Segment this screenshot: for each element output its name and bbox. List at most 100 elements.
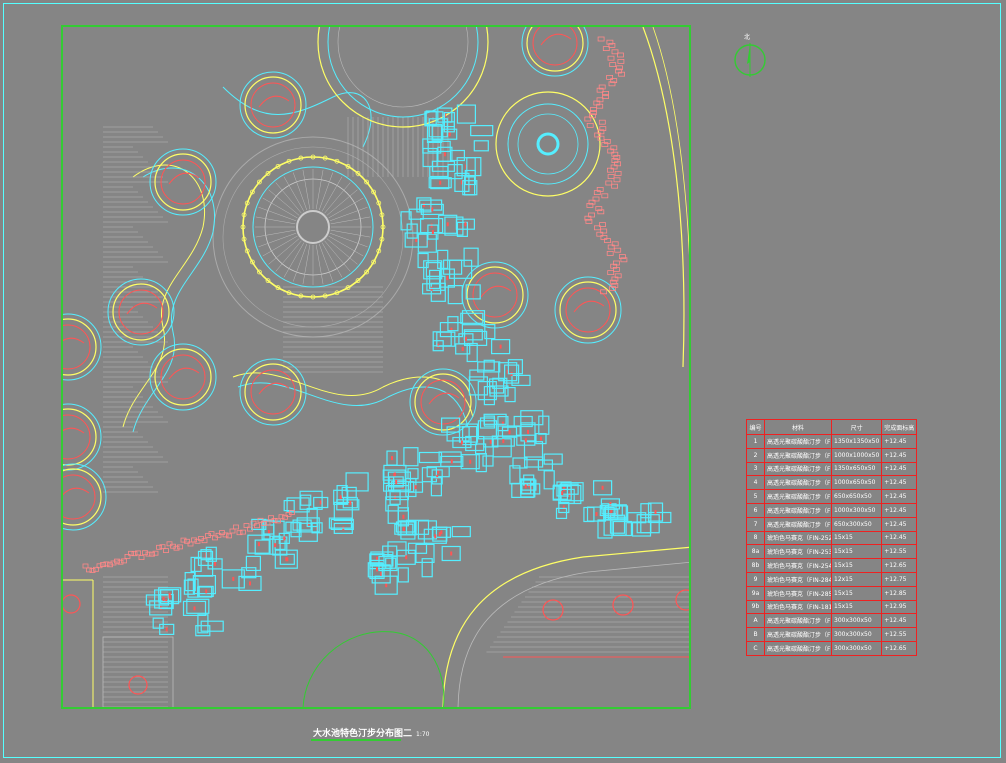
legend-level-cell: +12.45 — [881, 475, 918, 491]
legend-row: 1高透光聚碳酸酯汀步（FIN-1971）1350x1350x50+12.45 — [746, 434, 918, 449]
stepping-tile — [190, 556, 202, 573]
stepping-tile — [283, 500, 295, 512]
legend-id-cell: 9b — [746, 599, 765, 615]
legend-size-cell: 1000x650x50 — [830, 475, 883, 491]
legend-size-cell: 650x300x50 — [830, 516, 883, 532]
mosaic-tile — [617, 52, 624, 58]
legend-material-cell: 高透光聚碳酸酯汀步（FIN-1971） — [764, 434, 832, 449]
stepping-tile — [397, 567, 409, 583]
stepping-tile — [437, 249, 449, 269]
legend-material-cell: 琥珀色马赛克（FIN-1811） — [764, 599, 832, 615]
mosaic-tile — [215, 532, 222, 538]
legend-material-cell: 琥珀色马赛克（FIN-2541） — [764, 558, 832, 573]
mosaic-tile — [586, 123, 594, 128]
legend-level-cell: +12.45 — [881, 502, 918, 518]
mosaic-tile — [138, 555, 145, 560]
mosaic-tile — [149, 551, 155, 557]
legend-id-cell: 1 — [746, 434, 765, 449]
legend-material-cell: 琥珀色马赛克（FIN-2841） — [764, 571, 832, 587]
stepping-tile — [417, 520, 437, 540]
legend-id-cell: 7 — [746, 516, 765, 532]
mosaic-tile — [212, 535, 218, 541]
mosaic-tile — [145, 551, 152, 557]
stepping-tile — [537, 459, 553, 471]
legend-row: 7高透光聚碳酸酯汀步（FIN-1971）650x300x50+12.45 — [746, 516, 918, 532]
stepping-tile — [197, 614, 209, 634]
legend-material-cell: 高透光聚碳酸酯汀步（FIN-1971） — [764, 640, 832, 656]
legend-material-cell: 高透光聚碳酸酯汀步（FIN-1971） — [764, 489, 832, 504]
legend-row: 8b琥珀色马赛克（FIN-2541）15x15+12.65 — [746, 558, 918, 573]
legend-size-cell: 1350x1350x50 — [830, 434, 883, 449]
mosaic-tile — [607, 174, 615, 180]
mosaic-tile — [617, 59, 625, 64]
mosaic-tile — [254, 523, 260, 529]
stepping-tile — [583, 506, 595, 523]
tree-pit — [63, 463, 107, 531]
legend-size-cell: 12x15 — [830, 571, 883, 587]
mosaic-tile — [82, 563, 89, 569]
mosaic-tile — [152, 550, 159, 556]
caption-underline — [311, 739, 401, 741]
stepping-tile — [407, 468, 419, 480]
stepping-tile — [430, 282, 446, 302]
tree-pit — [409, 368, 477, 436]
legend-row: A高透光聚碳酸酯汀步（FIN-1971）300x300x50+12.45 — [746, 613, 918, 629]
mosaic-tile — [233, 524, 239, 530]
legend-level-cell: +12.45 — [881, 516, 918, 532]
legend-header-material: 材料 — [764, 419, 832, 435]
mosaic-tile — [117, 559, 124, 565]
mosaic-tile — [184, 538, 190, 544]
legend-level-cell: +12.65 — [881, 640, 918, 656]
legend-size-cell: 1350x650x50 — [830, 461, 883, 477]
mosaic-tile — [597, 36, 605, 42]
stepping-tile — [421, 558, 433, 578]
legend-material-cell: 琥珀色马赛克（FIN-2851） — [764, 585, 832, 601]
legend-size-cell: 1000x1000x50 — [830, 447, 883, 463]
mosaic-tile — [142, 550, 148, 556]
drawing-title: 大水池特色汀步分布图二 — [313, 729, 413, 739]
mosaic-tile — [166, 541, 173, 547]
site-plan-drawing — [63, 27, 689, 707]
mosaic-tile — [194, 538, 201, 544]
mosaic-tile — [177, 544, 183, 550]
stepping-tile — [403, 447, 419, 467]
stepping-tile — [482, 455, 494, 467]
legend-size-cell: 1000x300x50 — [830, 502, 883, 518]
mosaic-tile — [609, 62, 617, 67]
mosaic-tile — [614, 247, 622, 253]
legend-level-cell: +12.45 — [881, 447, 918, 463]
mosaic-tile — [602, 46, 610, 52]
legend-level-cell: +12.45 — [881, 461, 918, 477]
legend-id-cell: B — [746, 627, 765, 642]
mosaic-tile — [606, 250, 614, 256]
legend-level-cell: +12.45 — [881, 434, 918, 449]
legend-level-cell: +12.75 — [881, 571, 918, 587]
legend-row: C高透光聚碳酸酯汀步（FIN-1971）300x300x50+12.65 — [746, 640, 918, 656]
legend-level-cell: +12.45 — [881, 613, 918, 629]
stepping-tile — [245, 555, 261, 572]
site-plan — [61, 25, 691, 709]
legend-size-cell: 300x300x50 — [830, 627, 883, 642]
stepping-tile — [443, 259, 463, 275]
legend-row: B高透光聚碳酸酯汀步（FIN-1971）300x300x50+12.55 — [746, 627, 918, 642]
legend-material-cell: 高透光聚碳酸酯汀步（FIN-1971） — [764, 502, 832, 518]
mosaic-tile — [607, 270, 615, 276]
mosaic-tile — [598, 119, 606, 125]
tree-pit — [239, 358, 307, 426]
legend-id-cell: C — [746, 640, 765, 656]
legend-row: 3高透光聚碳酸酯汀步（FIN-1971）1350x650x50+12.45 — [746, 461, 918, 477]
stepping-tile — [543, 453, 563, 465]
legend-row: 4高透光聚碳酸酯汀步（FIN-1971）1000x650x50+12.45 — [746, 475, 918, 491]
legend-level-cell: +12.45 — [881, 489, 918, 504]
legend-row: 2高透光聚碳酸酯汀步（FIN-1971）1000x1000x50+12.45 — [746, 447, 918, 463]
mosaic-tile — [180, 537, 187, 543]
mosaic-tile — [611, 183, 618, 189]
stepping-tile — [341, 486, 357, 498]
mosaic-tile — [121, 558, 127, 564]
legend-id-cell: 8 — [746, 530, 765, 546]
legend-header-level: 完成面标高 — [881, 419, 918, 435]
stepping-tile — [492, 438, 512, 458]
stepping-tile — [451, 526, 471, 538]
tree-pit — [239, 71, 307, 139]
legend-level-cell: +12.65 — [881, 558, 918, 573]
